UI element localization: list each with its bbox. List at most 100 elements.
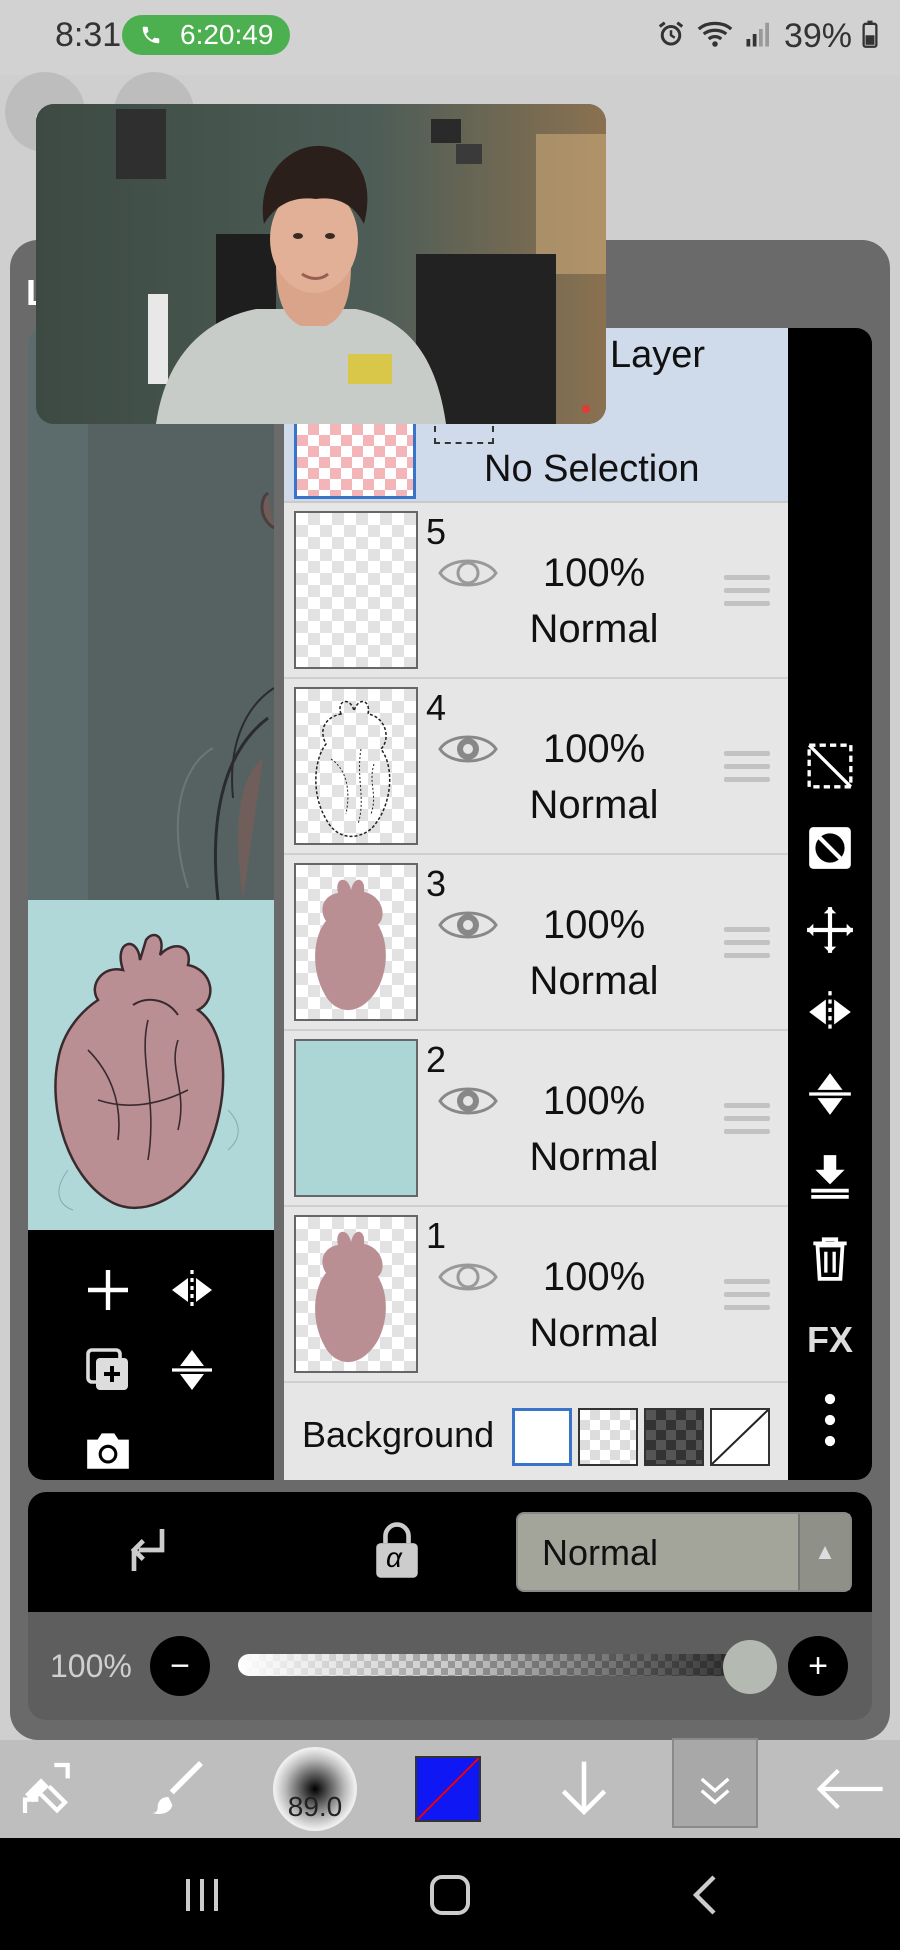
layer-opacity: 100%: [542, 903, 646, 947]
flip-layer-vertical-button[interactable]: [162, 1340, 222, 1400]
recent-apps-button[interactable]: [172, 1868, 232, 1922]
flip-layer-horizontal-button[interactable]: [162, 1260, 222, 1320]
visibility-eye-icon[interactable]: [436, 1079, 500, 1123]
drag-handle-icon[interactable]: [724, 1103, 770, 1143]
background-label: Background: [302, 1414, 495, 1455]
layer-number: 5: [426, 511, 447, 552]
system-icons: 39%: [656, 14, 878, 58]
layer-down-button[interactable]: [548, 1748, 620, 1830]
brush-icon: [152, 1761, 203, 1814]
flip-horizontal-button[interactable]: [800, 982, 860, 1042]
fx-button[interactable]: FX: [800, 1310, 860, 1370]
opacity-bar: 100% − +: [28, 1612, 872, 1720]
drag-handle-icon[interactable]: [724, 927, 770, 967]
flip-horizontal-icon: [172, 1270, 212, 1310]
blend-mode-value: Normal: [542, 1532, 659, 1573]
layer-opacity: 100%: [542, 1079, 646, 1123]
system-navigation-bar: [0, 1838, 900, 1950]
signal-icon: [744, 19, 774, 54]
drag-handle-icon[interactable]: [724, 1279, 770, 1319]
status-time: 8:31: [55, 16, 122, 54]
transform-eraser-icon: [22, 1762, 70, 1814]
brush-size-button[interactable]: 89.0: [270, 1747, 360, 1831]
home-button[interactable]: [420, 1868, 480, 1922]
back-button[interactable]: [810, 1748, 890, 1830]
color-button[interactable]: [412, 1748, 484, 1830]
layer-number: 2: [426, 1039, 447, 1080]
layer-thumbnail: [294, 1039, 418, 1197]
status-bar: 8:31 6:20:49 39%: [0, 0, 900, 75]
layer-thumbnail: [294, 1215, 418, 1373]
merge-down-icon: [811, 1155, 849, 1199]
layer-opacity: 100%: [542, 727, 646, 771]
visibility-eye-icon[interactable]: [436, 903, 500, 947]
add-copy-layer-button[interactable]: [78, 1340, 138, 1400]
line-art-thumbnail: [315, 700, 391, 838]
visibility-eye-off-icon[interactable]: [436, 1255, 500, 1299]
more-options-button[interactable]: [800, 1390, 860, 1450]
heart-illustration: [54, 933, 239, 1211]
background-row: Background: [284, 1386, 788, 1480]
layer-thumbnail: [294, 687, 418, 845]
layers-toggle-button[interactable]: [678, 1748, 752, 1830]
call-timer: 6:20:49: [180, 19, 274, 50]
opacity-decrease-button[interactable]: −: [150, 1636, 210, 1696]
brush-tool-button[interactable]: [144, 1748, 214, 1830]
background-white-swatch[interactable]: [512, 1408, 572, 1466]
visibility-eye-off-icon[interactable]: [436, 551, 500, 595]
camera-icon: [87, 1433, 129, 1469]
phone-icon: [140, 15, 162, 59]
transform-tool-button[interactable]: [14, 1748, 84, 1830]
clear-selection-button[interactable]: [800, 736, 860, 796]
copy-layer-icon: [86, 1348, 128, 1390]
layer-row-3[interactable]: 3 100% Normal: [284, 855, 788, 1031]
opacity-value: 100%: [50, 1648, 132, 1684]
layer-blend-mode: Normal: [529, 783, 659, 827]
mask-icon: [809, 827, 851, 869]
battery-icon: [862, 20, 878, 53]
layer-row-2[interactable]: 2 100% Normal: [284, 1031, 788, 1207]
layer-row-4[interactable]: 4 100% Normal: [284, 679, 788, 855]
system-back-button[interactable]: [674, 1868, 734, 1922]
color-swatch: [415, 1756, 481, 1822]
background-dark-swatch[interactable]: [644, 1408, 704, 1466]
blend-mode-select[interactable]: Normal ▲: [516, 1512, 852, 1592]
layer-list-panel: Layer No Selection 5 100% Normal 4 100% …: [284, 328, 788, 1480]
alarm-icon: [656, 19, 686, 54]
drag-handle-icon[interactable]: [724, 575, 770, 615]
video-call-person-image: [36, 104, 606, 424]
plus-icon: [88, 1270, 128, 1310]
heart-fill-thumbnail: [315, 879, 386, 1011]
layer-thumbnail: [294, 863, 418, 1021]
clipping-button[interactable]: [120, 1522, 176, 1583]
layer-mask-button[interactable]: [800, 818, 860, 878]
background-none-swatch[interactable]: [710, 1408, 770, 1466]
double-chevron-down-icon: [700, 1777, 730, 1805]
layer-blend-mode: Normal: [529, 607, 659, 651]
move-layer-button[interactable]: [800, 900, 860, 960]
background-transparent-swatch[interactable]: [578, 1408, 638, 1466]
layer-row-5[interactable]: 5 100% Normal: [284, 503, 788, 679]
layer-action-toolbar: FX: [788, 328, 872, 1480]
layer-row-1[interactable]: 1 100% Normal: [284, 1207, 788, 1383]
drag-handle-icon[interactable]: [724, 751, 770, 791]
flip-vertical-button[interactable]: [800, 1064, 860, 1124]
merge-down-button[interactable]: [800, 1146, 860, 1206]
call-timer-pill[interactable]: 6:20:49: [122, 15, 290, 55]
selection-status: No Selection: [484, 448, 700, 490]
opacity-slider-thumb[interactable]: [723, 1640, 777, 1694]
video-call-pip[interactable]: [36, 104, 606, 424]
add-layer-button[interactable]: [78, 1260, 138, 1320]
layer-tools-panel: [28, 1230, 274, 1480]
opacity-slider[interactable]: [238, 1654, 758, 1676]
alpha-lock-button[interactable]: α: [368, 1520, 426, 1580]
secondary-color-slash: [417, 1758, 479, 1820]
visibility-eye-icon[interactable]: [436, 727, 500, 771]
delete-layer-button[interactable]: [800, 1228, 860, 1288]
camera-button[interactable]: [78, 1420, 138, 1480]
layer-blend-mode: Normal: [529, 1311, 659, 1355]
opacity-increase-button[interactable]: +: [788, 1636, 848, 1696]
heart-fill-thumbnail: [315, 1231, 386, 1363]
battery-percent: 39%: [783, 16, 852, 55]
no-background-icon: [711, 1409, 769, 1465]
